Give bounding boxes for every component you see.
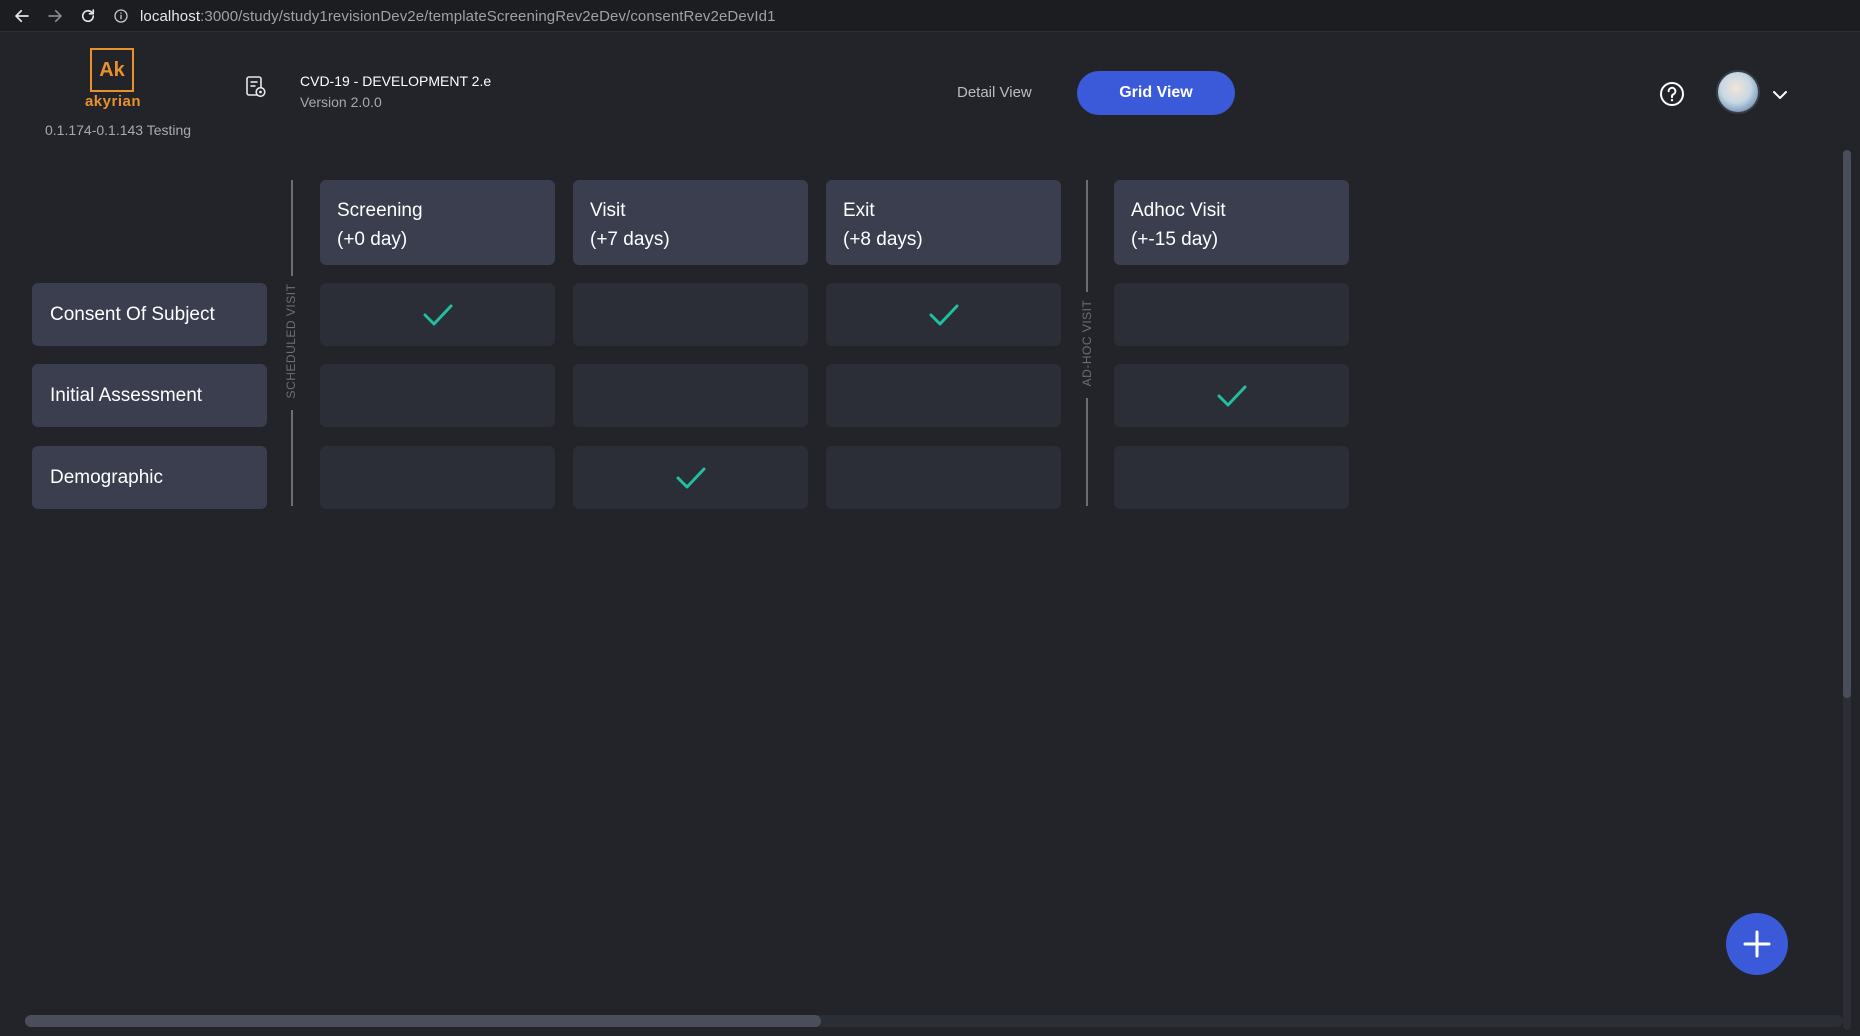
forward-icon[interactable] [43,4,67,28]
vertical-scrollbar-thumb[interactable] [1843,150,1851,698]
scheduled-separator-bottom [291,410,293,506]
column-offset: (+0 day) [337,229,408,250]
column-name: Screening [337,200,423,221]
column-header-adhoc-visit[interactable]: Adhoc Visit (+-15 day) [1114,180,1349,265]
address-bar[interactable]: localhost:3000/study/study1revisionDev2e… [112,3,1857,29]
grid-cell[interactable] [573,446,808,509]
grid-cell[interactable] [573,364,808,427]
logo-mark: Ak [90,48,134,92]
grid-cell[interactable] [1114,364,1349,427]
grid-view-toggle[interactable]: Grid View [1077,71,1235,115]
column-name: Visit [590,200,626,221]
adhoc-separator-bottom [1086,398,1088,506]
column-offset: (+-15 day) [1131,229,1219,250]
row-label-consent-of-subject[interactable]: Consent Of Subject [32,283,267,346]
url-host: localhost [140,7,201,25]
url-text: localhost:3000/study/study1revisionDev2e… [140,8,776,25]
grid-cell[interactable] [826,446,1061,509]
detail-view-toggle[interactable]: Detail View [957,84,1032,101]
logo-text: akyrian [84,93,142,110]
scheduled-visit-label: SCHEDULED VISIT [284,283,298,399]
grid-cell[interactable] [1114,446,1349,509]
user-avatar[interactable] [1716,70,1760,114]
column-name: Exit [843,200,875,221]
column-header-exit[interactable]: Exit (+8 days) [826,180,1061,265]
scheduled-separator-top [291,180,293,276]
study-version: Version 2.0.0 [300,94,382,110]
grid-cell[interactable] [320,364,555,427]
url-path: :3000/study/study1revisionDev2e/template… [200,7,776,25]
checkmark-icon [1217,385,1246,406]
study-title: CVD-19 - DEVELOPMENT 2.e [300,73,492,89]
help-icon[interactable] [1659,81,1685,107]
grid-cell[interactable] [1114,283,1349,346]
column-header-visit[interactable]: Visit (+7 days) [573,180,808,265]
chevron-down-icon[interactable] [1772,88,1788,100]
browser-toolbar: localhost:3000/study/study1revisionDev2e… [0,0,1860,32]
column-offset: (+7 days) [590,229,670,250]
horizontal-scrollbar-thumb[interactable] [25,1015,821,1027]
row-label-demographic[interactable]: Demographic [32,446,267,509]
column-offset: (+8 days) [843,229,923,250]
adhoc-separator-top [1086,180,1088,292]
back-icon[interactable] [10,4,34,28]
study-document-icon[interactable] [245,75,267,99]
grid-cell[interactable] [826,283,1061,346]
checkmark-icon [423,304,452,325]
app-version: 0.1.174-0.1.143 Testing [45,122,192,138]
adhoc-visit-label: AD-HOC VISIT [1080,299,1094,387]
checkmark-icon [676,467,705,488]
column-header-screening[interactable]: Screening (+0 day) [320,180,555,265]
reload-icon[interactable] [76,4,100,28]
grid-cell[interactable] [320,446,555,509]
site-info-icon[interactable] [112,7,130,25]
grid-cell[interactable] [826,364,1061,427]
add-button[interactable] [1726,913,1788,975]
column-name: Adhoc Visit [1131,200,1226,221]
row-label-initial-assessment[interactable]: Initial Assessment [32,364,267,427]
grid-cell[interactable] [320,283,555,346]
plus-icon [1743,930,1771,958]
grid-cell[interactable] [573,283,808,346]
checkmark-icon [929,304,958,325]
